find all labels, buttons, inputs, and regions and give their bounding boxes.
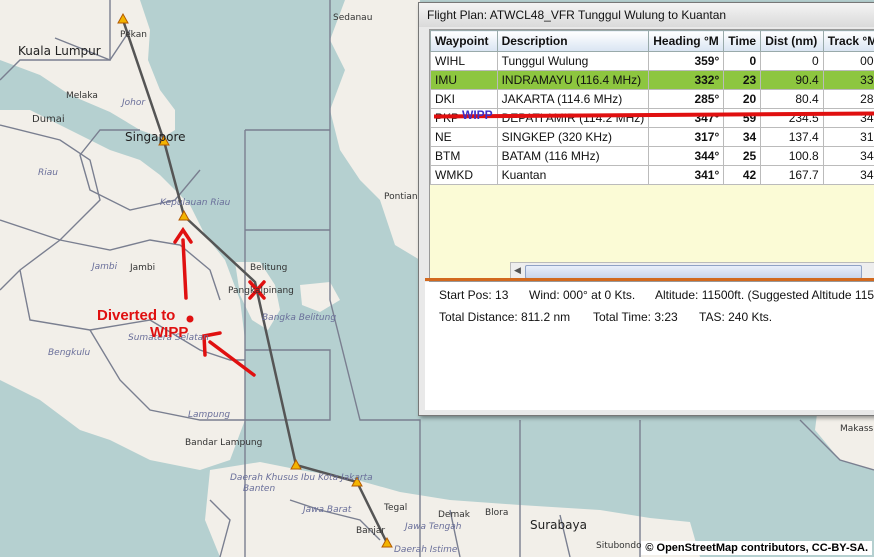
cell-description[interactable]: JAKARTA (114.6 MHz) bbox=[496, 89, 650, 109]
status-wind: Wind: 000° at 0 Kts. bbox=[529, 288, 636, 302]
col-header-dist[interactable]: Dist (nm) bbox=[760, 30, 824, 52]
table-header-row: Waypoint Description Heading °M Time Dis… bbox=[430, 30, 874, 52]
label-dki-jakarta: Daerah Khusus Ibu Kota Jakarta bbox=[230, 473, 373, 483]
cell-dist[interactable]: 137.4 bbox=[760, 127, 824, 147]
label-belitung: Belitung bbox=[250, 263, 288, 273]
label-singapore: Singapore bbox=[125, 130, 186, 144]
table-row[interactable]: WIHLTunggul Wulung359°00000° bbox=[430, 51, 874, 71]
window-title: Flight Plan: ATWCL48_VFR Tunggul Wulung … bbox=[419, 3, 874, 27]
cell-time[interactable]: 20 bbox=[723, 89, 762, 109]
cell-track[interactable]: 000° bbox=[822, 51, 874, 71]
cell-heading[interactable]: 332° bbox=[648, 70, 725, 90]
wipp-dot bbox=[186, 315, 194, 323]
cell-dist[interactable]: 100.8 bbox=[760, 146, 824, 166]
label-bengkulu: Bengkulu bbox=[48, 348, 91, 358]
label-demak: Demak bbox=[438, 510, 470, 520]
cell-time[interactable]: 0 bbox=[723, 51, 762, 71]
label-surabaya: Surabaya bbox=[530, 518, 587, 532]
cell-heading[interactable]: 317° bbox=[648, 127, 725, 147]
annotation-diverted-line1: Diverted to bbox=[97, 307, 176, 324]
cell-track[interactable]: 317° bbox=[822, 127, 874, 147]
cell-time[interactable]: 42 bbox=[723, 165, 762, 185]
cell-waypoint[interactable]: WIHL bbox=[430, 51, 498, 71]
label-jambi-city: Jambi bbox=[130, 263, 156, 273]
table-row[interactable]: DKIJAKARTA (114.6 MHz)285°2080.4285° bbox=[430, 89, 874, 109]
cell-dist[interactable]: 90.4 bbox=[760, 70, 824, 90]
label-bangka-belitung: Bangka Belitung bbox=[262, 313, 337, 323]
cell-description[interactable]: BATAM (116 MHz) bbox=[496, 146, 650, 166]
cell-waypoint[interactable]: IMU bbox=[430, 70, 498, 90]
status-total-time: Total Time: 3:23 bbox=[593, 310, 678, 324]
label-banjar: Banjar bbox=[356, 526, 386, 536]
label-kuala-lumpur: Kuala Lumpur bbox=[18, 44, 101, 58]
cell-dist[interactable]: 0 bbox=[760, 51, 824, 71]
cell-heading[interactable]: 359° bbox=[648, 51, 725, 71]
label-riau: Riau bbox=[38, 168, 58, 178]
label-dumai: Dumai bbox=[32, 114, 65, 125]
cell-heading[interactable]: 344° bbox=[648, 146, 725, 166]
label-makassar: Makass bbox=[840, 424, 874, 434]
cell-heading[interactable]: 285° bbox=[648, 89, 725, 109]
cell-time[interactable]: 23 bbox=[723, 70, 762, 90]
label-situbondo: Situbondo bbox=[596, 541, 642, 551]
cell-track[interactable]: 285° bbox=[822, 89, 874, 109]
annotation-diverted-line2: WIPP bbox=[150, 324, 189, 341]
label-bandar-lampung: Bandar Lampung bbox=[185, 438, 263, 448]
status-start-pos: Start Pos: 13 bbox=[439, 288, 509, 302]
cell-track[interactable]: 332° bbox=[822, 70, 874, 90]
label-sedanau: Sedanau bbox=[333, 13, 373, 23]
table-row[interactable]: NESINGKEP (320 KHz)317°34137.4317° bbox=[430, 127, 874, 147]
cell-heading[interactable]: 347° bbox=[648, 108, 725, 128]
cell-track[interactable]: 344° bbox=[822, 146, 874, 166]
cell-dist[interactable]: 167.7 bbox=[760, 165, 824, 185]
wipp-overlay-label: WIPP bbox=[462, 108, 493, 122]
label-pekan: Pekan bbox=[120, 30, 147, 40]
splitter-bar[interactable] bbox=[425, 278, 874, 281]
cell-waypoint[interactable]: DKI bbox=[430, 89, 498, 109]
label-pangkalpinang: Pangkalpinang bbox=[228, 286, 294, 296]
label-johor: Johor bbox=[122, 98, 146, 108]
label-kepulauan-riau: Kepulauan Riau bbox=[160, 198, 231, 208]
cell-dist[interactable]: 80.4 bbox=[760, 89, 824, 109]
cell-description[interactable]: Tunggul Wulung bbox=[496, 51, 650, 71]
table-row[interactable]: IMUINDRAMAYU (116.4 MHz)332°2390.4332° bbox=[430, 70, 874, 90]
label-jawa-tengah: Jawa Tengah bbox=[405, 522, 462, 532]
flight-plan-window[interactable]: Flight Plan: ATWCL48_VFR Tunggul Wulung … bbox=[418, 2, 874, 416]
scrollbar-thumb[interactable] bbox=[525, 265, 862, 279]
cell-waypoint[interactable]: NE bbox=[430, 127, 498, 147]
label-banten: Banten bbox=[243, 484, 276, 494]
col-header-track[interactable]: Track °M bbox=[822, 30, 874, 52]
waypoint-table: Waypoint Description Heading °M Time Dis… bbox=[430, 30, 874, 185]
status-tas: TAS: 240 Kts. bbox=[699, 310, 773, 324]
cell-description[interactable]: DEPATI AMIR (114.2 MHz) bbox=[496, 108, 650, 128]
label-tegal: Tegal bbox=[384, 503, 408, 513]
status-total-distance: Total Distance: 811.2 nm bbox=[439, 310, 571, 324]
col-header-time[interactable]: Time bbox=[723, 30, 762, 52]
label-melaka: Melaka bbox=[66, 91, 98, 101]
table-row[interactable]: BTMBATAM (116 MHz)344°25100.8344° bbox=[430, 146, 874, 166]
osm-attribution[interactable]: © OpenStreetMap contributors, CC-BY-SA. bbox=[641, 541, 872, 555]
label-jambi-region: Jambi bbox=[92, 262, 118, 272]
cell-description[interactable]: INDRAMAYU (116.4 MHz) bbox=[496, 70, 650, 90]
label-diy: Daerah Istime bbox=[394, 545, 458, 555]
label-jawa-barat: Jawa Barat bbox=[303, 505, 352, 515]
cell-waypoint[interactable]: WMKD bbox=[430, 165, 498, 185]
cell-heading[interactable]: 341° bbox=[648, 165, 725, 185]
col-header-waypoint[interactable]: Waypoint bbox=[430, 30, 498, 52]
cell-track[interactable]: 341° bbox=[822, 165, 874, 185]
col-header-description[interactable]: Description bbox=[496, 30, 650, 52]
status-panel: Start Pos: 13 Wind: 000° at 0 Kts. Altit… bbox=[425, 282, 874, 410]
flight-plan-grid[interactable]: Waypoint Description Heading °M Time Dis… bbox=[429, 29, 874, 282]
cell-description[interactable]: SINGKEP (320 KHz) bbox=[496, 127, 650, 147]
status-altitude: Altitude: 11500ft. (Suggested Altitude 1… bbox=[655, 288, 874, 302]
scroll-left-icon[interactable]: ◀ bbox=[514, 265, 521, 276]
cell-time[interactable]: 25 bbox=[723, 146, 762, 166]
cell-time[interactable]: 34 bbox=[723, 127, 762, 147]
col-header-heading[interactable]: Heading °M bbox=[648, 30, 725, 52]
table-row[interactable]: WMKDKuantan341°42167.7341° bbox=[430, 165, 874, 185]
label-lampung: Lampung bbox=[188, 410, 231, 420]
cell-waypoint[interactable]: BTM bbox=[430, 146, 498, 166]
label-blora: Blora bbox=[485, 508, 509, 518]
cell-description[interactable]: Kuantan bbox=[496, 165, 650, 185]
